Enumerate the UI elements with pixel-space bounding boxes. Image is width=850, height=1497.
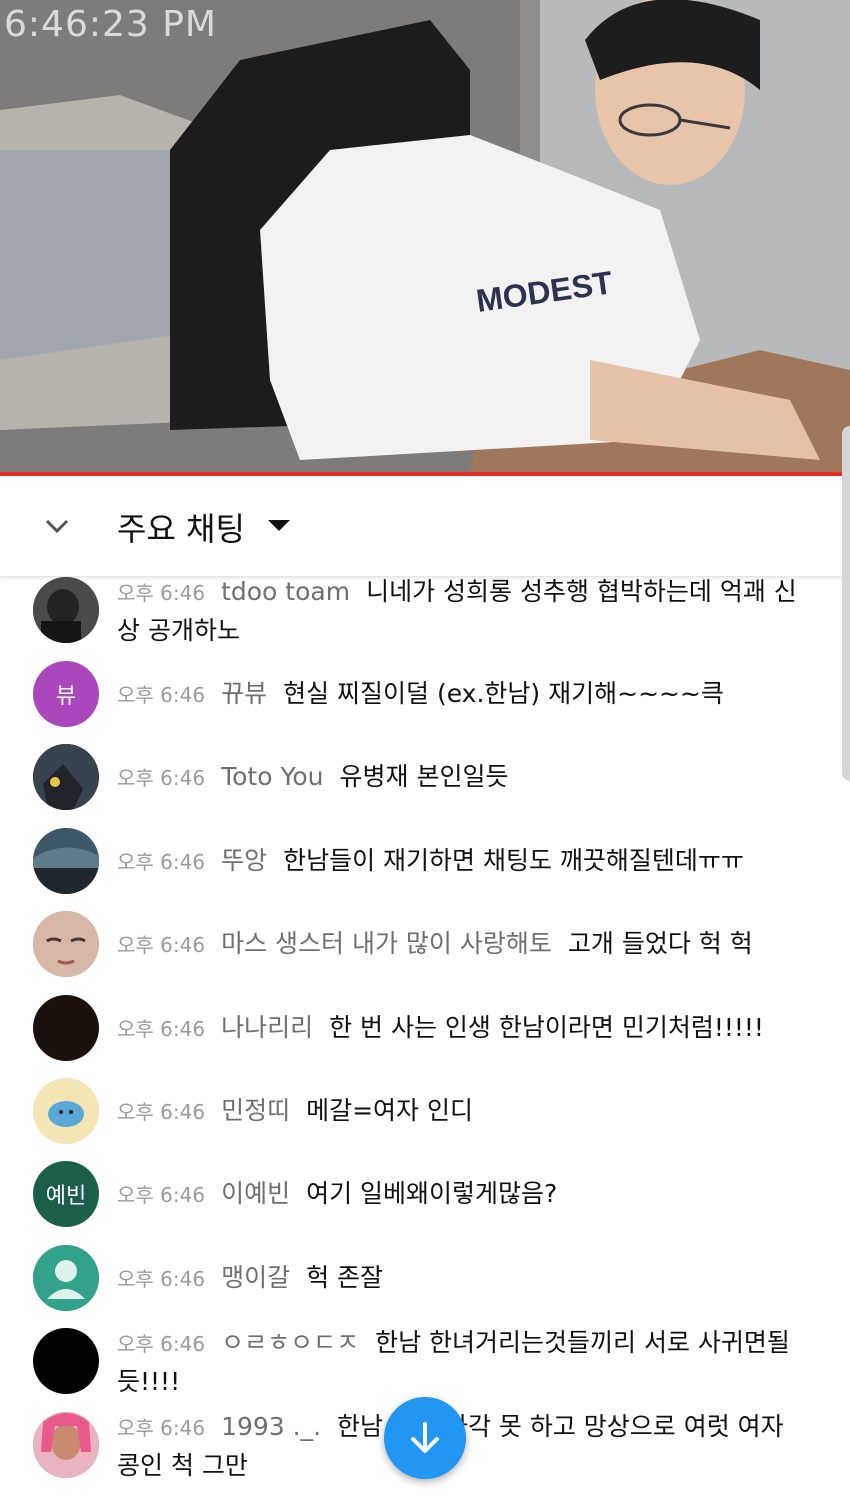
message-author[interactable]: tdoo toam <box>221 577 350 606</box>
video-frame: MODEST <box>0 0 850 472</box>
message-author[interactable]: ㅇㄹㅎㅇㄷㅈ <box>221 1328 359 1357</box>
message-author[interactable]: 나나리리 <box>221 1013 313 1042</box>
message-text: 한남 한녀거리는것들끼리 서로 사귀면될듯!!!! <box>117 1328 790 1396</box>
message-time: 오후 6:46 <box>117 1017 206 1041</box>
message-time: 오후 6:46 <box>117 850 206 874</box>
message-text: 헉 존잘 <box>306 1263 384 1292</box>
message-time: 오후 6:46 <box>117 1100 206 1124</box>
message-author[interactable]: 1993 ._. <box>221 1412 321 1441</box>
message-text: 여기 일베왜이렇게많음? <box>306 1179 558 1208</box>
avatar[interactable] <box>33 1412 99 1478</box>
message-line: 오후 6:46 맹이갈 헉 존잘 <box>117 1259 807 1298</box>
video-player[interactable]: MODEST 6:46:23 PM <box>0 0 850 472</box>
chat-header: 주요 채팅 <box>0 476 850 577</box>
avatar[interactable]: 예빈 <box>33 1161 99 1227</box>
avatar[interactable] <box>33 744 99 810</box>
video-timestamp: 6:46:23 PM <box>4 4 217 45</box>
chevron-down-icon[interactable] <box>42 513 72 539</box>
message-time: 오후 6:46 <box>117 933 206 957</box>
message-author[interactable]: 이예빈 <box>221 1179 290 1208</box>
avatar[interactable] <box>33 1328 99 1394</box>
message-line: 오후 6:46 뀨뷰 현실 찌질이덜 (ex.한남) 재기해~~~~큭 <box>117 675 807 714</box>
message-time: 오후 6:46 <box>117 683 206 707</box>
avatar[interactable] <box>33 1245 99 1311</box>
message-author[interactable]: 민정띠 <box>221 1096 290 1125</box>
message-time: 오후 6:46 <box>117 1416 206 1440</box>
avatar[interactable] <box>33 577 99 643</box>
message-time: 오후 6:46 <box>117 766 206 790</box>
message-author[interactable]: Toto You <box>221 762 323 791</box>
message-line: 오후 6:46 뚜앙 한남들이 재기하면 채팅도 깨끗해질텐데ㅠㅠ <box>117 842 807 881</box>
chat-message-list[interactable]: 오후 6:46 tdoo toam 니네가 성희롱 성추행 협박하는데 억괘 신상 … <box>0 577 850 1497</box>
message-line: 오후 6:46 마스 생스터 내가 많이 사랑해토 고개 들었다 헉 헉 <box>117 925 807 964</box>
message-text: 유병재 본인일듯 <box>339 762 509 791</box>
message-text: 메갈=여자 인디 <box>306 1096 473 1125</box>
message-line: 오후 6:46 민정띠 메갈=여자 인디 <box>117 1092 807 1131</box>
message-time: 오후 6:46 <box>117 1332 206 1356</box>
message-line: 오후 6:46 이예빈 여기 일베왜이렇게많음? <box>117 1175 807 1214</box>
avatar[interactable] <box>33 911 99 977</box>
caret-down-icon[interactable] <box>268 520 290 531</box>
message-text: 한 번 사는 인생 한남이라면 민기처럼!!!!! <box>329 1013 764 1042</box>
scroll-to-bottom-button[interactable] <box>384 1397 466 1479</box>
edge-panel-handle[interactable] <box>842 426 850 781</box>
message-line: 오후 6:46 Toto You 유병재 본인일듯 <box>117 758 807 797</box>
message-text: 니네가 성희롱 성추행 협박하는데 억괘 신상 공개하노 <box>117 577 797 645</box>
message-line: 오후 6:46 ㅇㄹㅎㅇㄷㅈ 한남 한녀거리는것들끼리 서로 사귀면될듯!!!! <box>117 1324 807 1400</box>
message-time: 오후 6:46 <box>117 1183 206 1207</box>
person-icon <box>33 1245 99 1311</box>
message-author[interactable]: 맹이갈 <box>221 1263 290 1292</box>
message-time: 오후 6:46 <box>117 581 206 605</box>
message-time: 오후 6:46 <box>117 1267 206 1291</box>
message-line: 오후 6:46 tdoo toam 니네가 성희롱 성추행 협박하는데 억괘 신상 … <box>117 577 807 649</box>
message-line: 오후 6:46 나나리리 한 번 사는 인생 한남이라면 민기처럼!!!!! <box>117 1009 807 1048</box>
avatar[interactable]: 뷰 <box>33 661 99 727</box>
message-text: 고개 들었다 헉 헉 <box>567 929 753 958</box>
chat-mode-title[interactable]: 주요 채팅 <box>117 504 245 550</box>
avatar[interactable] <box>33 995 99 1061</box>
message-text: 현실 찌질이덜 (ex.한남) 재기해~~~~큭 <box>283 679 724 708</box>
message-author[interactable]: 마스 생스터 내가 많이 사랑해토 <box>221 929 552 958</box>
message-author[interactable]: 뚜앙 <box>221 846 267 875</box>
avatar-initials: 뷰 <box>55 684 77 709</box>
message-author[interactable]: 뀨뷰 <box>221 679 267 708</box>
avatar-initials: 예빈 <box>45 1184 87 1209</box>
avatar[interactable] <box>33 828 99 894</box>
message-text: 한남들이 재기하면 채팅도 깨끗해질텐데ㅠㅠ <box>283 846 744 875</box>
avatar[interactable] <box>33 1078 99 1144</box>
arrow-down-icon <box>411 1422 439 1453</box>
